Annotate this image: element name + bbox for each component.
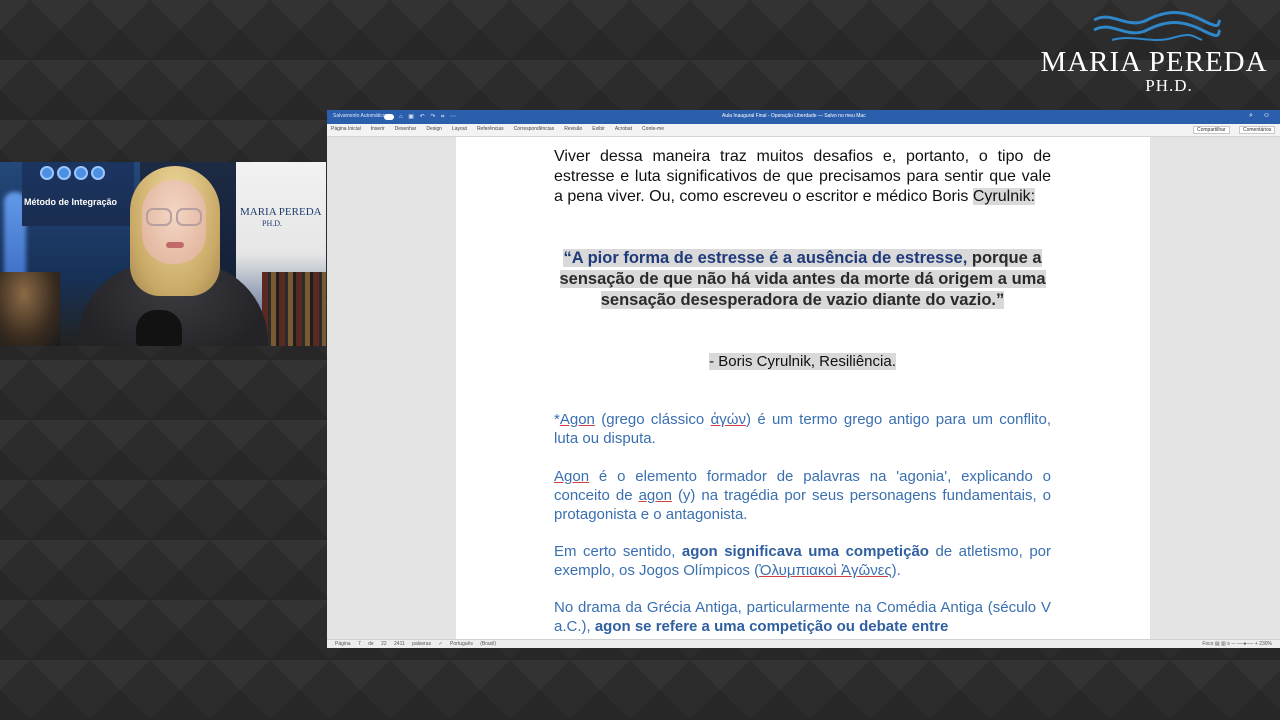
agon-paragraph-4: No drama da Grécia Antiga, particularmen… <box>554 598 1051 636</box>
autosave-toggle[interactable] <box>384 114 394 120</box>
quote-attribution: - Boris Cyrulnik, Resiliência. <box>554 353 1051 370</box>
p3-text-a: Em certo sentido, <box>554 543 682 560</box>
p1-text-c: (grego clássico <box>594 411 711 428</box>
status-left[interactable]: Página 7 de 22 2411 palavras ✓ Português… <box>335 641 496 647</box>
zoom-controls[interactable]: Foco ▤ ▥ ≡ ─ ──●── + 230% <box>1202 641 1272 647</box>
tab-tell-me[interactable]: Conte-me <box>642 126 664 132</box>
document-title: Aula Inaugural Final - Operação Liberdad… <box>722 113 866 119</box>
tab-layout[interactable]: Layout <box>452 126 467 132</box>
integration-logo-icon <box>40 166 105 180</box>
ribbon-tabs: Página Inicial Inserir Desenhar Design L… <box>327 124 1280 137</box>
lamp <box>0 272 60 346</box>
word-window: Salvamento Automático ⌂ ▣ ↶ ↷ ⌗ ⋯ Aula I… <box>327 110 1280 648</box>
p4-bold: agon se refere a uma competição ou debat… <box>594 618 949 635</box>
quick-access-icons[interactable]: ⌂ ▣ ↶ ↷ ⌗ ⋯ <box>399 113 458 121</box>
bookshelf <box>262 272 326 346</box>
p3-text-e: ). <box>891 562 901 579</box>
attribution-text: - Boris Cyrulnik, Resiliência. <box>709 353 896 370</box>
p3-bold: agon significava uma competição <box>681 543 929 560</box>
tab-references[interactable]: Referências <box>477 126 504 132</box>
wave-logo-icon <box>1093 11 1222 41</box>
p1-agon: Agon <box>559 411 595 428</box>
presenter-lips <box>166 242 184 248</box>
agon-paragraph-3: Em certo sentido, agon significava uma c… <box>554 542 1051 580</box>
p1-greek: ἀγών <box>710 411 746 428</box>
tab-home[interactable]: Página Inicial <box>331 126 361 132</box>
tab-mailings[interactable]: Correspondências <box>514 126 555 132</box>
document-page[interactable]: Viver dessa maneira traz muitos desafios… <box>456 137 1150 639</box>
brand-name: MARIA PEREDA <box>1040 46 1268 78</box>
intro-highlight: Cyrulnik: <box>972 188 1036 205</box>
status-bar: Página 7 de 22 2411 palavras ✓ Português… <box>327 639 1280 648</box>
quote-first-line: “A pior forma de estresse é a ausência d… <box>563 249 968 267</box>
tab-draw[interactable]: Desenhar <box>395 126 417 132</box>
window-icons[interactable]: ⌕ ☺ <box>1249 112 1274 120</box>
webcam-feed: Método de Integração MARIA PEREDA PH.D. <box>0 162 326 346</box>
p3-greek: Ὀλυμπιακοὶ Ἀγῶνες <box>759 562 892 579</box>
tab-acrobat[interactable]: Acrobat <box>615 126 632 132</box>
tab-review[interactable]: Revisão <box>564 126 582 132</box>
tab-view[interactable]: Exibir <box>592 126 605 132</box>
share-button[interactable]: Compartilhar <box>1193 126 1230 134</box>
presenter-glasses <box>146 208 202 226</box>
brand-subtitle: PH.D. <box>1145 76 1193 95</box>
document-canvas[interactable]: Viver dessa maneira traz muitos desafios… <box>327 137 1280 639</box>
microphone <box>136 310 182 346</box>
webcam-poster-subtitle: PH.D. <box>262 219 283 228</box>
tab-design[interactable]: Design <box>426 126 442 132</box>
comments-button[interactable]: Comentários <box>1239 126 1276 134</box>
agon-paragraph-1: *Agon (grego clássico ἀγών) é um termo g… <box>554 410 1051 448</box>
cyrulnik-quote: “A pior forma de estresse é a ausência d… <box>554 248 1051 311</box>
p2-agon-2: agon <box>638 487 672 504</box>
webcam-poster-name: MARIA PEREDA <box>240 206 322 218</box>
tab-insert[interactable]: Inserir <box>371 126 385 132</box>
intro-paragraph: Viver dessa maneira traz muitos desafios… <box>554 147 1051 207</box>
webcam-banner-text: Método de Integração <box>24 197 118 207</box>
brand-logo: MARIA PEREDA PH.D. <box>1036 10 1272 95</box>
autosave-label: Salvamento Automático <box>333 113 386 119</box>
p2-agon: Agon <box>554 468 590 485</box>
agon-paragraph-2: Agon é o elemento formador de palavras n… <box>554 467 1051 524</box>
title-bar: Salvamento Automático ⌂ ▣ ↶ ↷ ⌗ ⋯ Aula I… <box>327 110 1280 124</box>
